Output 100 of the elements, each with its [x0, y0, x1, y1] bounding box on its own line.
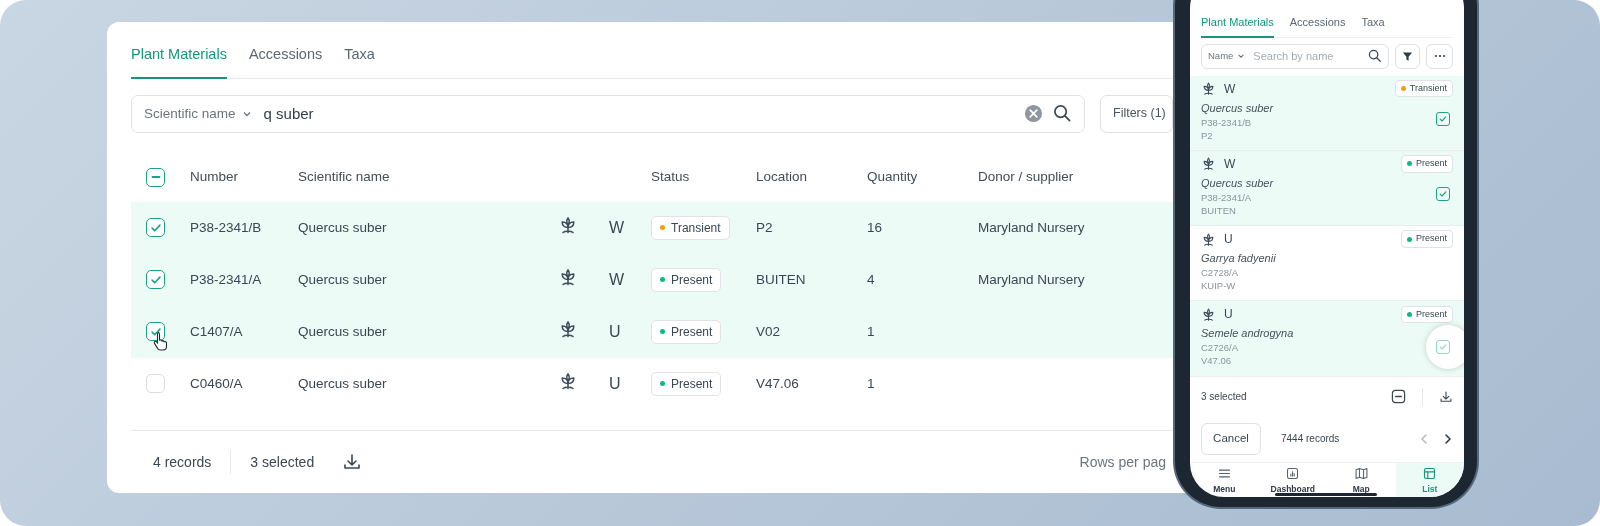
table-cell-text: Maryland Nursery — [978, 218, 1085, 237]
field-selector[interactable]: Scientific name — [144, 103, 252, 124]
table-cell-text: V47.06 — [756, 374, 799, 393]
scientific-name: Semele androgyna — [1201, 326, 1294, 342]
column-header: Donor / supplier — [978, 168, 1074, 187]
record-location: BUITEN — [1201, 203, 1236, 217]
next-page-icon[interactable] — [1443, 432, 1453, 445]
record-count: 7444 records — [1281, 432, 1340, 446]
scientific-name: Quercus suber — [1201, 100, 1274, 116]
table-cell-text: Quercus suber — [298, 322, 387, 341]
row-checkbox[interactable] — [146, 218, 165, 238]
sprout-icon — [558, 214, 578, 235]
record-location: KUIP-W — [1201, 279, 1236, 292]
chart-icon — [1285, 465, 1301, 481]
hand-cursor-icon — [153, 331, 169, 352]
tab[interactable]: Plant Materials — [1201, 8, 1274, 38]
record-code: W — [1224, 80, 1236, 98]
nav-tab[interactable]: List — [1395, 462, 1464, 497]
status-badge: Present — [1400, 155, 1453, 173]
sprout-icon — [558, 266, 578, 287]
nav-tab[interactable]: Map — [1327, 462, 1396, 497]
tab[interactable]: Accessions — [1289, 8, 1346, 38]
status-badge: Transient — [1394, 79, 1453, 98]
card-checkbox[interactable] — [1436, 186, 1450, 201]
sprout-icon — [558, 370, 578, 391]
table-cell-text: U — [609, 373, 621, 394]
table-cell-text: P2 — [756, 218, 773, 237]
sprout-icon — [1201, 156, 1216, 172]
nav-tab[interactable]: Dashboard — [1258, 462, 1327, 497]
sprout-icon — [1201, 231, 1216, 247]
table-cell-text: 1 — [867, 374, 875, 393]
column-header: Location — [756, 168, 808, 187]
caret-icon — [1237, 52, 1246, 60]
tab[interactable]: Taxa — [1361, 8, 1385, 38]
sprout-icon — [1201, 81, 1216, 96]
record-code: U — [1224, 306, 1233, 324]
record-count: 4 records — [153, 452, 212, 472]
table-cell-text: P38-2341/A — [190, 270, 262, 289]
more-icon — [1433, 54, 1446, 58]
record-location: P2 — [1201, 128, 1213, 142]
row-checkbox[interactable] — [146, 322, 165, 342]
record-code: U — [1224, 231, 1233, 248]
download-icon[interactable] — [342, 452, 363, 472]
field-selector[interactable]: Name — [1208, 48, 1246, 64]
clear-icon[interactable] — [1024, 104, 1043, 124]
search-field[interactable]: Name Search by name — [1201, 43, 1389, 69]
status-badge: Present — [651, 371, 722, 396]
map-icon — [1353, 465, 1369, 481]
card-checkbox[interactable] — [1436, 111, 1450, 126]
filter-button[interactable] — [1395, 43, 1420, 69]
tab[interactable]: Accessions — [248, 32, 323, 79]
filters-button[interactable]: Filters (1) — [1100, 94, 1173, 133]
sprout-icon — [558, 318, 578, 339]
record-number: C2726/A — [1201, 341, 1238, 355]
table-cell-text: P38-2341/B — [190, 218, 262, 237]
table-cell-text: 4 — [867, 270, 875, 289]
column-header: Quantity — [867, 168, 918, 187]
row-checkbox[interactable] — [146, 270, 165, 290]
record-number: P38-2341/B — [1201, 115, 1252, 129]
table-cell-text: 16 — [867, 218, 883, 237]
column-header: Number — [190, 168, 238, 187]
status-badge: Transient — [651, 215, 730, 240]
selected-count: 3 selected — [250, 452, 315, 472]
table-cell-text: W — [609, 217, 625, 238]
nav-tab[interactable]: Menu — [1190, 462, 1259, 497]
cancel-button[interactable]: Cancel — [1201, 422, 1261, 455]
search-icon[interactable] — [1053, 104, 1072, 124]
scientific-name: Quercus suber — [1201, 175, 1274, 191]
record-card[interactable]: W Present Quercus suber P38-2341/A BUITEN — [1190, 150, 1464, 226]
column-header: Status — [651, 168, 690, 187]
tab[interactable]: Plant Materials — [131, 32, 227, 79]
search-field[interactable]: Scientific name q suber — [131, 94, 1085, 133]
table-cell-text: 1 — [867, 322, 875, 341]
status-badge: Present — [1400, 305, 1453, 323]
download-icon[interactable] — [1439, 389, 1453, 404]
status-badge: Present — [1400, 230, 1453, 248]
table-cell-text: Quercus suber — [298, 270, 387, 289]
record-number: P38-2341/A — [1201, 190, 1252, 204]
selected-count: 3 selected — [1201, 390, 1247, 404]
record-card[interactable]: W Transient Quercus suber P38-2341/B P2 — [1190, 75, 1464, 151]
check-icon — [1438, 113, 1448, 124]
tab[interactable]: Taxa — [344, 32, 375, 79]
rows-per-page-label: Rows per pag — [1079, 452, 1166, 472]
check-icon — [1438, 188, 1448, 199]
table-cell-text: C0460/A — [190, 374, 243, 393]
column-header: Scientific name — [298, 168, 390, 187]
scientific-name: Garrya fadyenii — [1201, 251, 1276, 266]
table-cell-text: Quercus suber — [298, 218, 387, 237]
record-code: W — [1224, 155, 1236, 173]
sprout-icon — [1201, 306, 1216, 322]
record-location: V47.06 — [1201, 354, 1232, 368]
status-badge: Present — [651, 319, 722, 344]
record-number: C2728/A — [1201, 266, 1238, 279]
select-all-checkbox[interactable] — [146, 167, 165, 187]
deselect-icon[interactable] — [1391, 389, 1406, 404]
table-cell-text: C1407/A — [190, 322, 243, 341]
search-icon[interactable] — [1368, 49, 1382, 63]
table-cell-text: Quercus suber — [298, 374, 387, 393]
table-cell-text: U — [609, 321, 621, 342]
record-card[interactable]: U Present Semele androgyna C2726/A V47.06 — [1190, 301, 1464, 377]
